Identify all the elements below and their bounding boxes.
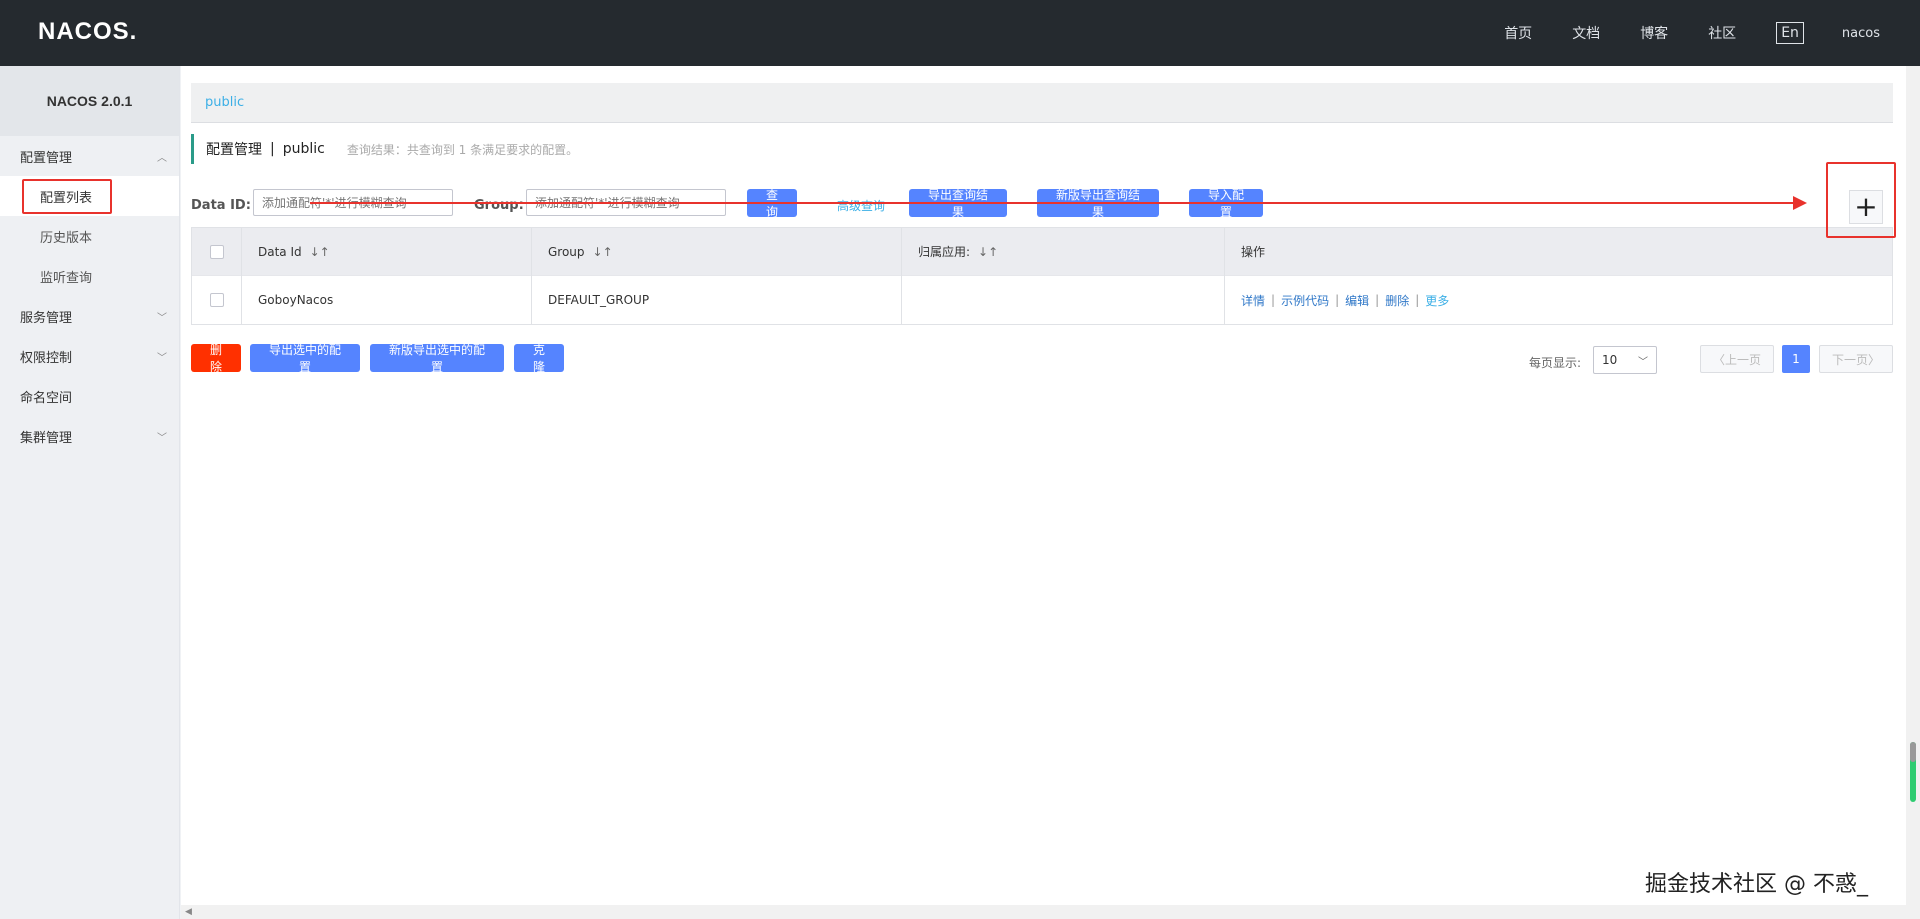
chevron-up-icon: ︿ [157,152,167,164]
sidebar-group-label: 服务管理 [20,310,73,326]
op-sample-code-link[interactable]: 示例代码 [1281,292,1329,309]
prev-page-label: 上一页 [1725,352,1762,367]
export-selected-button[interactable]: 导出选中的配置 [250,343,360,374]
page-title: 配置管理 [206,142,262,158]
annotation-box-config-list [22,179,112,214]
col-ops: 操作 [1225,228,1892,276]
new-export-selected-button[interactable]: 新版导出选中的配置 [370,343,504,374]
nav-docs[interactable]: 文档 [1572,23,1600,43]
sidebar-group-label: 集群管理 [20,430,73,446]
result-hint: 查询结果：共查询到 1 条满足要求的配置。 [346,142,579,157]
table-row: GoboyNacos DEFAULT_GROUP 详情 | 示例代码 | 编辑 … [192,276,1892,324]
row-checkbox[interactable] [210,293,224,307]
next-page-button[interactable]: 下一页 〉 [1819,345,1893,373]
sidebar-group-label: 权限控制 [20,350,73,366]
op-detail-link[interactable]: 详情 [1241,292,1265,309]
page-size-value: 10 [1602,353,1618,367]
sort-icon[interactable]: ↓↑ [593,245,613,259]
page-namespace: public [282,141,325,157]
row-select-cell [192,276,242,324]
namespace-tab-public[interactable]: public [205,95,244,110]
annotation-arrow [310,196,1807,210]
op-separator: | [1375,293,1380,307]
sidebar-group-config[interactable]: 配置管理 ︿ [0,136,179,176]
op-separator: | [1415,293,1420,307]
col-header-label: Group [548,244,585,259]
next-page-label: 下一页 [1831,352,1868,367]
page-1-button[interactable]: 1 [1782,345,1810,373]
chevron-down-icon: ﹀ [157,312,167,324]
sidebar-group-namespace[interactable]: 命名空间 [0,376,179,416]
chevron-down-icon: ﹀ [157,352,167,364]
language-switch[interactable]: En [1776,22,1804,44]
op-separator: | [1335,293,1340,307]
delete-selected-button[interactable]: 删除 [191,343,241,374]
select-all-checkbox[interactable] [210,244,224,259]
col-group[interactable]: Group ↓↑ [532,227,902,276]
watermark: 掘金技术社区 @ 不惑_ [1645,872,1868,897]
col-header-label: 操作 [1241,245,1266,259]
cell-ops: 详情 | 示例代码 | 编辑 | 删除 | 更多 [1225,276,1892,324]
sort-icon[interactable]: ↓↑ [310,245,330,259]
op-separator: | [1271,293,1276,307]
sidebar-group-service[interactable]: 服务管理 ﹀ [0,296,179,336]
user-menu[interactable]: nacos [1842,26,1880,41]
config-table: Data Id ↓↑ Group ↓↑ 归属应用: ↓↑ 操作 GoboyNac… [191,227,1893,325]
col-app[interactable]: 归属应用: ↓↑ [902,227,1225,276]
top-nav: 首页 文档 博客 社区 En nacos [1464,0,1880,66]
chevron-left-icon: 〈 [1712,352,1725,367]
sidebar-item-listen-query[interactable]: 监听查询 [0,256,179,296]
clone-button[interactable]: 克隆 [514,343,564,374]
sidebar-item-history[interactable]: 历史版本 [0,216,179,256]
page-size-label: 每页显示: [1529,356,1582,370]
nav-blog[interactable]: 博客 [1640,23,1668,43]
op-delete-link[interactable]: 删除 [1385,292,1409,309]
nav-community[interactable]: 社区 [1708,23,1736,43]
cell-data-id: GoboyNacos [242,276,532,324]
col-header-label: 归属应用: [918,245,971,259]
sidebar-item-label: 监听查询 [40,270,93,286]
op-edit-link[interactable]: 编辑 [1345,292,1369,309]
nacos-logo[interactable]: NACOS. [38,18,137,46]
namespace-breadcrumb: public [191,83,1893,123]
sidebar-group-label: 配置管理 [20,150,73,166]
dataid-label: Data ID: [191,198,251,213]
table-header-row: Data Id ↓↑ Group ↓↑ 归属应用: ↓↑ 操作 [192,227,1892,276]
select-all-cell [192,227,242,276]
chevron-down-icon: ﹀ [1638,356,1648,368]
sidebar-group-cluster[interactable]: 集群管理 ﹀ [0,416,179,456]
cell-group: DEFAULT_GROUP [532,276,902,324]
cell-app [902,276,1225,324]
title-separator: | [270,141,275,157]
annotation-box-add-button [1826,162,1896,238]
sidebar-title: NACOS 2.0.1 [0,66,179,136]
sidebar-item-label: 历史版本 [40,230,93,246]
vertical-scrollbar[interactable] [1906,66,1920,905]
sidebar-group-auth[interactable]: 权限控制 ﹀ [0,336,179,376]
page-size-select[interactable]: 10 ﹀ [1593,346,1657,374]
chevron-right-icon: 〉 [1868,352,1881,367]
sidebar-group-label: 命名空间 [20,390,73,406]
prev-page-button[interactable]: 〈 上一页 [1700,345,1774,373]
scrollbar-thumb-top[interactable] [1910,742,1916,762]
page-header: 配置管理 | public 查询结果：共查询到 1 条满足要求的配置。 [191,134,578,164]
nav-home[interactable]: 首页 [1504,23,1532,43]
top-header: NACOS. 首页 文档 博客 社区 En nacos [0,0,1920,66]
scroll-left-icon[interactable]: ◀ [185,907,192,917]
col-data-id[interactable]: Data Id ↓↑ [242,227,532,276]
col-header-label: Data Id [258,244,302,259]
sort-icon[interactable]: ↓↑ [978,245,998,259]
op-more-link[interactable]: 更多 [1425,292,1449,309]
horizontal-scrollbar[interactable]: ◀ [181,905,1920,919]
annotation-arrow-head [1793,196,1807,210]
chevron-down-icon: ﹀ [157,432,167,444]
